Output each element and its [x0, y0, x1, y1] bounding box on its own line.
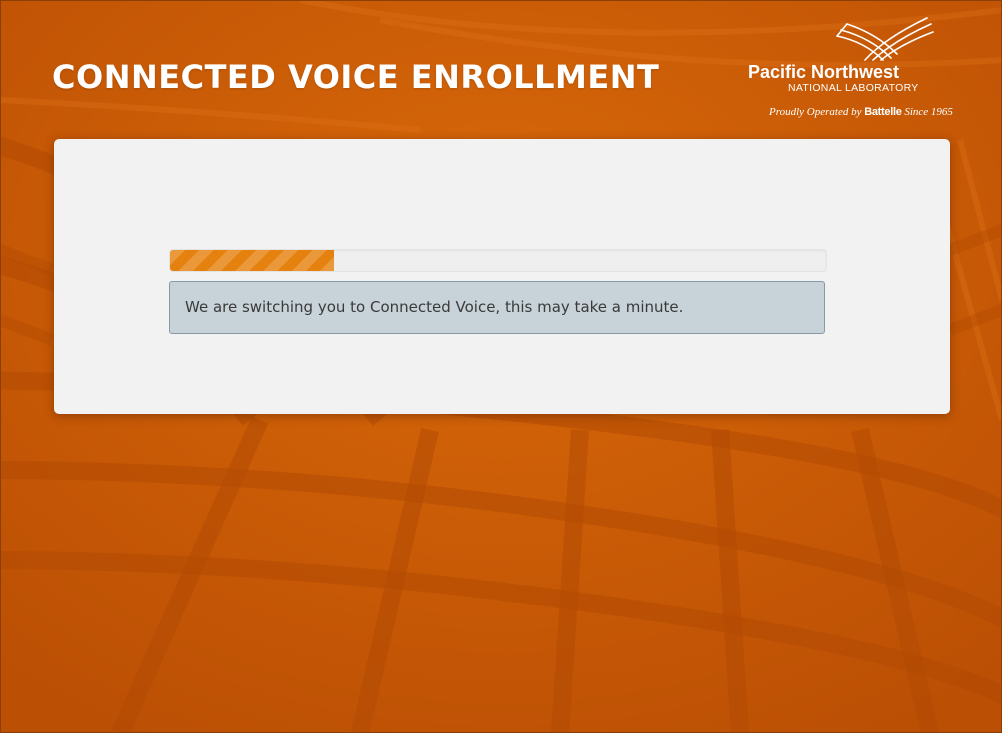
status-message: We are switching you to Connected Voice,… [185, 298, 684, 316]
logo-subtitle: NATIONAL LABORATORY [788, 82, 919, 94]
progress-bar [169, 249, 827, 272]
status-alert: We are switching you to Connected Voice,… [169, 281, 825, 334]
battelle-wordmark: Battelle [864, 106, 902, 118]
page-title: CONNECTED VOICE ENROLLMENT [52, 58, 660, 96]
tagline-suffix: Since 1965 [901, 106, 953, 118]
logo-tagline: Proudly Operated by Battelle Since 1965 [769, 105, 953, 119]
progress-bar-fill [170, 250, 334, 271]
enrollment-panel: We are switching you to Connected Voice,… [54, 139, 950, 414]
pnnl-logo-mark-icon [836, 17, 934, 61]
pnnl-logo: Pacific Northwest NATIONAL LABORATORY Pr… [740, 14, 955, 124]
tagline-prefix: Proudly Operated by [769, 106, 865, 118]
logo-name: Pacific Northwest [748, 62, 900, 82]
